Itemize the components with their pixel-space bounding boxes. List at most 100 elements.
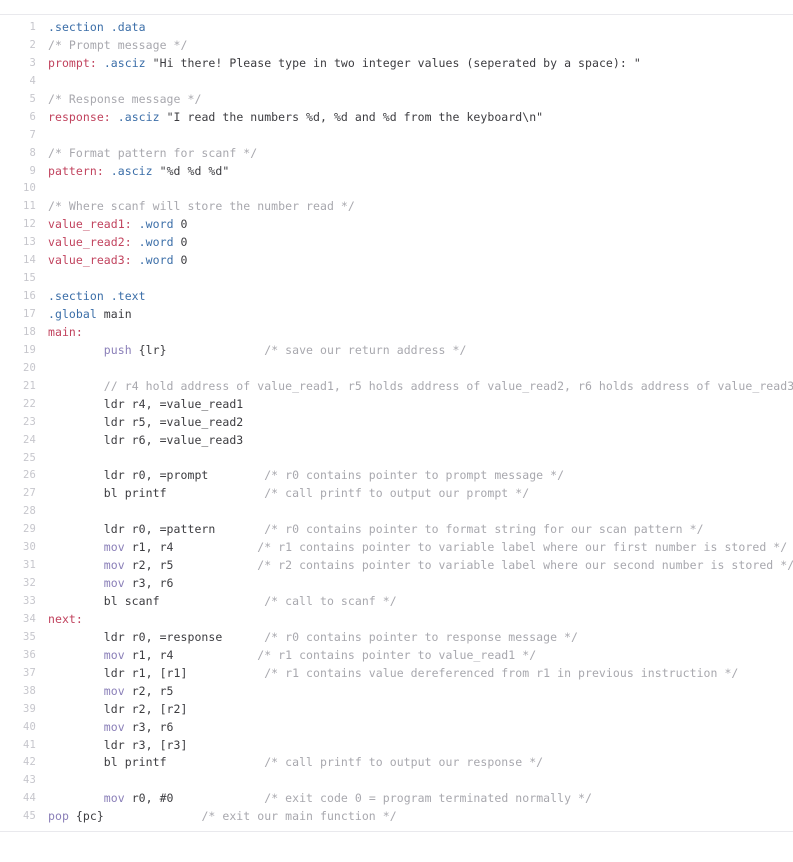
code-token: ldr r5, =value_read2 (48, 414, 244, 429)
code-line[interactable]: 37 ldr r1, [r1] /* r1 contains value der… (0, 665, 793, 683)
code-line-content[interactable]: ldr r0, =prompt /* r0 contains pointer t… (36, 467, 793, 485)
code-line[interactable]: 5 /* Response message */ (0, 91, 793, 109)
code-line[interactable]: 45 pop {pc} /* exit our main function */ (0, 808, 793, 826)
code-line-content[interactable] (36, 360, 793, 378)
code-line-content[interactable]: mov r3, r6 (36, 575, 793, 593)
code-line[interactable]: 2 /* Prompt message */ (0, 37, 793, 55)
code-line-content[interactable]: ldr r0, =pattern /* r0 contains pointer … (36, 521, 793, 539)
code-line[interactable]: 8 /* Format pattern for scanf */ (0, 145, 793, 163)
code-line-content[interactable]: /* Response message */ (36, 91, 793, 109)
code-line[interactable]: 31 mov r2, r5 /* r2 contains pointer to … (0, 557, 793, 575)
code-line[interactable]: 10 (0, 180, 793, 198)
code-line[interactable]: 12 value_read1: .word 0 (0, 216, 793, 234)
code-line[interactable]: 6 response: .asciz "I read the numbers %d… (0, 109, 793, 127)
code-line[interactable]: 20 (0, 360, 793, 378)
code-line[interactable]: 14 value_read3: .word 0 (0, 252, 793, 270)
code-line[interactable]: 43 (0, 772, 793, 790)
code-line-content[interactable]: /* Where scanf will store the number rea… (36, 198, 793, 216)
code-line-content[interactable]: mov r2, r5 /* r2 contains pointer to var… (36, 557, 793, 575)
code-line-content[interactable] (36, 503, 793, 521)
code-line[interactable]: 25 (0, 450, 793, 468)
code-line-content[interactable]: mov r1, r4 /* r1 contains pointer to var… (36, 539, 793, 557)
code-line[interactable]: 1 .section .data (0, 19, 793, 37)
code-line[interactable]: 3 prompt: .asciz "Hi there! Please type i… (0, 55, 793, 73)
code-line-content[interactable]: bl printf /* call printf to output our p… (36, 485, 793, 503)
code-line[interactable]: 27 bl printf /* call printf to output ou… (0, 485, 793, 503)
code-line-content[interactable]: ldr r0, =response /* r0 contains pointer… (36, 629, 793, 647)
code-token: /* call printf to output our response */ (264, 755, 544, 770)
code-line[interactable]: 44 mov r0, #0 /* exit code 0 = program t… (0, 790, 793, 808)
code-token: .asciz (110, 163, 153, 178)
code-line-content[interactable]: next: (36, 611, 793, 629)
code-line[interactable]: 21 // r4 hold address of value_read1, r5… (0, 378, 793, 396)
code-line-content[interactable]: ldr r1, [r1] /* r1 contains value derefe… (36, 665, 793, 683)
code-line[interactable]: 30 mov r1, r4 /* r1 contains pointer to … (0, 539, 793, 557)
code-line-content[interactable]: mov r0, #0 /* exit code 0 = program term… (36, 790, 793, 808)
code-line-content[interactable]: ldr r2, [r2] (36, 701, 793, 719)
code-line[interactable]: 15 (0, 270, 793, 288)
code-line-content[interactable]: .global main (36, 306, 793, 324)
code-line[interactable]: 11 /* Where scanf will store the number r… (0, 198, 793, 216)
code-line-content[interactable]: ldr r3, [r3] (36, 737, 793, 755)
code-line[interactable]: 22 ldr r4, =value_read1 (0, 396, 793, 414)
code-line[interactable]: 18 main: (0, 324, 793, 342)
code-line[interactable]: 29 ldr r0, =pattern /* r0 contains point… (0, 521, 793, 539)
code-line-content[interactable]: mov r2, r5 (36, 683, 793, 701)
code-line-content[interactable] (36, 180, 793, 198)
line-number: 7 (29, 128, 36, 141)
code-line-content[interactable]: ldr r4, =value_read1 (36, 396, 793, 414)
code-line[interactable]: 36 mov r1, r4 /* r1 contains pointer to … (0, 647, 793, 665)
code-line[interactable]: 40 mov r3, r6 (0, 719, 793, 737)
code-line-content[interactable]: value_read3: .word 0 (36, 252, 793, 270)
code-line-content[interactable]: ldr r5, =value_read2 (36, 414, 793, 432)
code-line[interactable]: 33 bl scanf /* call to scanf */ (0, 593, 793, 611)
line-number: 29 (22, 523, 36, 536)
code-line[interactable]: 34 next: (0, 611, 793, 629)
code-line-content[interactable]: .section .text (36, 288, 793, 306)
code-line-content[interactable] (36, 450, 793, 468)
code-line[interactable]: 23 ldr r5, =value_read2 (0, 414, 793, 432)
code-line-content[interactable] (36, 270, 793, 288)
code-line-content[interactable] (36, 73, 793, 91)
code-line[interactable]: 13 value_read2: .word 0 (0, 234, 793, 252)
code-line[interactable]: 7 (0, 127, 793, 145)
code-line-content[interactable]: .section .data (36, 19, 793, 37)
code-line-content[interactable]: /* Prompt message */ (36, 37, 793, 55)
code-line-content[interactable]: push {lr} /* save our return address */ (36, 342, 793, 360)
code-line-content[interactable]: bl printf /* call printf to output our r… (36, 754, 793, 772)
code-line[interactable]: 42 bl printf /* call printf to output ou… (0, 754, 793, 772)
code-token: {lr} (131, 342, 167, 357)
code-line-content[interactable]: prompt: .asciz "Hi there! Please type in… (36, 55, 793, 73)
code-line-content[interactable]: /* Format pattern for scanf */ (36, 145, 793, 163)
code-line-content[interactable]: response: .asciz "I read the numbers %d,… (36, 109, 793, 127)
code-line[interactable]: 16 .section .text (0, 288, 793, 306)
line-number: 14 (22, 254, 36, 267)
code-line[interactable]: 26 ldr r0, =prompt /* r0 contains pointe… (0, 467, 793, 485)
code-line-content[interactable]: bl scanf /* call to scanf */ (36, 593, 793, 611)
code-line-content[interactable]: // r4 hold address of value_read1, r5 ho… (36, 378, 793, 396)
code-line[interactable]: 28 (0, 503, 793, 521)
code-line-content[interactable]: value_read2: .word 0 (36, 234, 793, 252)
code-line-content[interactable] (36, 772, 793, 790)
code-line[interactable]: 17 .global main (0, 306, 793, 324)
code-line[interactable]: 38 mov r2, r5 (0, 683, 793, 701)
code-line[interactable]: 32 mov r3, r6 (0, 575, 793, 593)
code-line-content[interactable]: main: (36, 324, 793, 342)
code-line-content[interactable]: pattern: .asciz "%d %d %d" (36, 163, 793, 181)
code-line[interactable]: 19 push {lr} /* save our return address … (0, 342, 793, 360)
code-line[interactable]: 35 ldr r0, =response /* r0 contains poin… (0, 629, 793, 647)
code-line-content[interactable]: value_read1: .word 0 (36, 216, 793, 234)
code-line[interactable]: 39 ldr r2, [r2] (0, 701, 793, 719)
code-line-content[interactable] (36, 127, 793, 145)
code-line-content[interactable]: ldr r6, =value_read3 (36, 432, 793, 450)
code-line[interactable]: 24 ldr r6, =value_read3 (0, 432, 793, 450)
code-line-content[interactable]: mov r3, r6 (36, 719, 793, 737)
code-line-content[interactable]: mov r1, r4 /* r1 contains pointer to val… (36, 647, 793, 665)
code-line-content[interactable]: pop {pc} /* exit our main function */ (36, 808, 793, 826)
code-lines-container[interactable]: 1 .section .data 2/* Prompt message */3 pro… (0, 15, 793, 832)
code-line[interactable]: 4 (0, 73, 793, 91)
code-line[interactable]: 41 ldr r3, [r3] (0, 737, 793, 755)
code-line[interactable]: 9 pattern: .asciz "%d %d %d" (0, 163, 793, 181)
